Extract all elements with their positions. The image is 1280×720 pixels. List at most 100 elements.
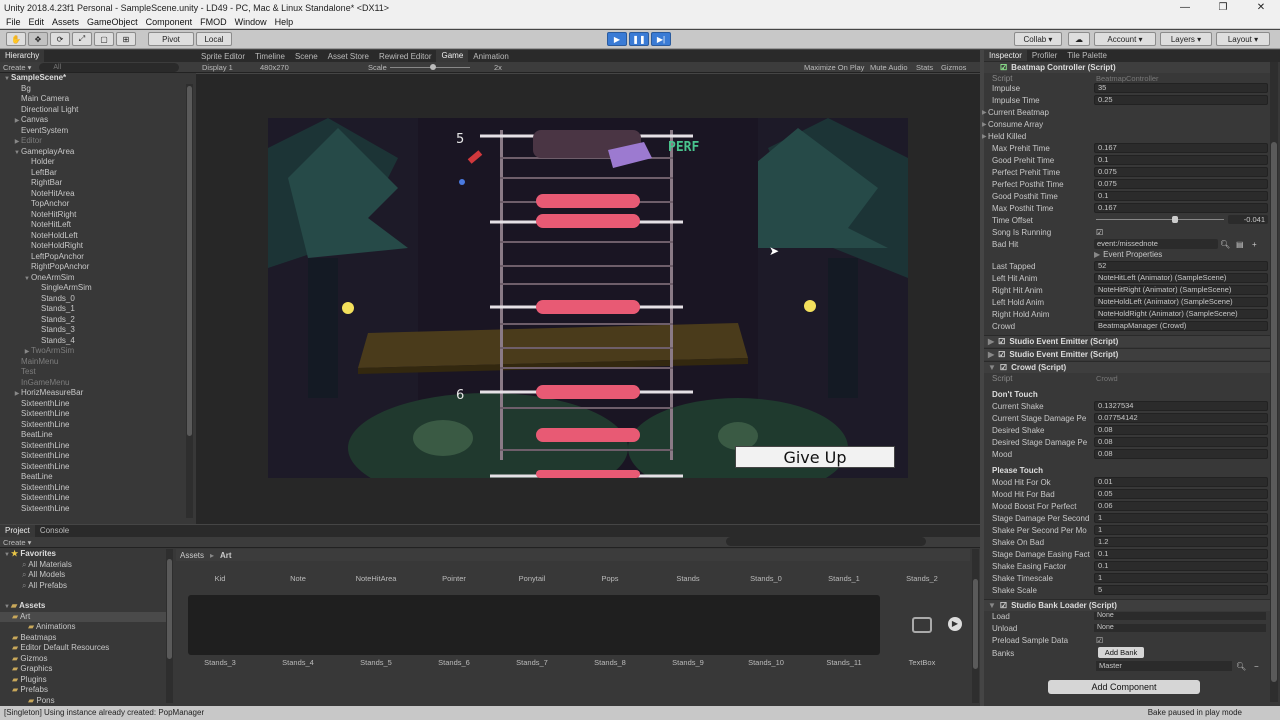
maximize-icon[interactable]: ❐	[1204, 0, 1242, 15]
asset-item[interactable]: Stands_2	[892, 574, 952, 583]
inspector-field-value[interactable]: NoteHitRight (Animator) (SampleScene)	[1094, 285, 1268, 295]
inspector-field-value[interactable]: 5	[1094, 585, 1268, 595]
menu-file[interactable]: File	[2, 17, 25, 27]
hierarchy-item[interactable]: NoteHitArea	[0, 189, 196, 200]
tab-scene[interactable]: Scene	[290, 52, 323, 61]
asset-folder[interactable]: ▰ Animations	[0, 622, 172, 633]
assets-folder[interactable]: ▼▰ Assets	[0, 601, 172, 612]
hierarchy-item[interactable]: BeatLine	[0, 472, 196, 483]
hierarchy-item[interactable]: LeftBar	[0, 168, 196, 179]
gizmos-dropdown[interactable]: Gizmos	[941, 63, 966, 72]
inspector-field-value[interactable]: 0.075	[1094, 179, 1268, 189]
inspector-field-value[interactable]: 0.05	[1094, 489, 1268, 499]
breadcrumb-assets[interactable]: Assets	[180, 551, 204, 560]
hierarchy-item[interactable]: MainMenu	[0, 357, 196, 368]
hierarchy-item[interactable]: ▶ TwoArmSim	[0, 346, 196, 357]
hierarchy-item[interactable]: NoteHoldLeft	[0, 231, 196, 242]
event-emitter-header-2[interactable]: ▶ ☑ Studio Event Emitter (Script)	[984, 348, 1270, 360]
asset-item[interactable]: Kid	[190, 574, 250, 583]
hierarchy-item[interactable]: SixteenthLine	[0, 462, 196, 473]
inspector-field-value[interactable]: 0.1327534	[1094, 401, 1268, 411]
fav-all-materials[interactable]: ⌕ All Materials	[0, 560, 172, 571]
favorites-folder[interactable]: ▼★ Favorites	[0, 549, 172, 560]
hierarchy-item[interactable]: SixteenthLine	[0, 504, 196, 515]
time-offset-slider[interactable]	[1096, 219, 1224, 220]
tab-sprite-editor[interactable]: Sprite Editor	[196, 52, 250, 61]
menu-assets[interactable]: Assets	[48, 17, 83, 27]
project-search-input[interactable]	[726, 537, 926, 546]
hierarchy-create-button[interactable]: Create ▾	[3, 63, 31, 72]
hand-tool-icon[interactable]: ✋	[6, 32, 26, 46]
hierarchy-item[interactable]: Stands_0	[0, 294, 196, 305]
project-scrollbar[interactable]	[972, 549, 979, 703]
menu-fmod[interactable]: FMOD	[196, 17, 231, 27]
search-icon[interactable]: 🔍︎	[1236, 662, 1246, 671]
collab-button[interactable]: Collab ▾	[1014, 32, 1062, 46]
chevron-right-icon[interactable]: ▶	[982, 109, 987, 116]
account-dropdown[interactable]: Account ▾	[1094, 32, 1156, 46]
mute-audio-toggle[interactable]: Mute Audio	[870, 63, 908, 72]
asset-item[interactable]: Stands_0	[736, 574, 796, 583]
hierarchy-scrollbar[interactable]	[186, 84, 193, 518]
hierarchy-item[interactable]: SixteenthLine	[0, 483, 196, 494]
inspector-scrollbar[interactable]	[1270, 62, 1278, 702]
hierarchy-item[interactable]: Stands_1	[0, 304, 196, 315]
fav-all-models[interactable]: ⌕ All Models	[0, 570, 172, 581]
chevron-right-icon[interactable]: ▶	[982, 121, 987, 128]
event-properties-foldout[interactable]: ▶ Event Properties	[1094, 248, 1162, 260]
play-icon[interactable]: ▶	[607, 32, 627, 46]
inspector-field-value[interactable]: 0.01	[1094, 477, 1268, 487]
scale-tool-icon[interactable]: ⤢	[72, 32, 92, 46]
load-dropdown[interactable]: None	[1094, 612, 1266, 620]
hierarchy-item[interactable]: SixteenthLine	[0, 399, 196, 410]
cloud-icon[interactable]: ☁	[1068, 32, 1090, 46]
hierarchy-item[interactable]: ▶ Canvas	[0, 115, 196, 126]
asset-folder[interactable]: ▰ Prefabs	[0, 685, 172, 696]
hierarchy-item[interactable]: ▶ Editor	[0, 136, 196, 147]
asset-item[interactable]: Stands_8	[580, 658, 640, 667]
display-dropdown[interactable]: Display 1	[202, 63, 233, 72]
inspector-field-value[interactable]: 0.08	[1094, 425, 1268, 435]
song-running-checkbox[interactable]: ☑	[1096, 228, 1103, 237]
add-bank-button[interactable]: Add Bank	[1098, 647, 1144, 658]
asset-item[interactable]: Stands_11	[814, 658, 874, 667]
pause-icon[interactable]: ❚❚	[629, 32, 649, 46]
breadcrumb-art[interactable]: Art	[220, 551, 232, 560]
hierarchy-item[interactable]: RightPopAnchor	[0, 262, 196, 273]
hierarchy-item[interactable]: SixteenthLine	[0, 493, 196, 504]
inspector-field-value[interactable]: BeatmapManager (Crowd)	[1094, 321, 1268, 331]
unload-dropdown[interactable]: None	[1094, 624, 1266, 632]
hierarchy-item[interactable]: Main Camera	[0, 94, 196, 105]
tab-asset-store[interactable]: Asset Store	[323, 52, 374, 61]
menu-help[interactable]: Help	[271, 17, 298, 27]
tab-hierarchy[interactable]: Hierarchy	[0, 50, 45, 62]
asset-item[interactable]: Stands_9	[658, 658, 718, 667]
hierarchy-item[interactable]: SixteenthLine	[0, 441, 196, 452]
hierarchy-item[interactable]: NoteHitLeft	[0, 220, 196, 231]
asset-item[interactable]: NoteHitArea	[346, 574, 406, 583]
hierarchy-item[interactable]: NoteHoldRight	[0, 241, 196, 252]
hierarchy-item[interactable]: BeatLine	[0, 430, 196, 441]
hierarchy-item[interactable]: ▼OneArmSim	[0, 273, 196, 284]
inspector-field-value[interactable]: 1.2	[1094, 537, 1268, 547]
fav-all-prefabs[interactable]: ⌕ All Prefabs	[0, 581, 172, 592]
folder-icon[interactable]: ▤	[1236, 240, 1244, 249]
hierarchy-item[interactable]: EventSystem	[0, 126, 196, 137]
add-component-button[interactable]: Add Component	[1048, 680, 1200, 694]
menu-component[interactable]: Component	[142, 17, 197, 27]
chevron-right-icon[interactable]: ▶	[982, 133, 987, 140]
layers-dropdown[interactable]: Layers ▾	[1160, 32, 1212, 46]
tab-timeline[interactable]: Timeline	[250, 52, 290, 61]
inspector-field-value[interactable]: 0.06	[1094, 501, 1268, 511]
local-toggle[interactable]: Local	[196, 32, 232, 46]
tab-game[interactable]: Game	[436, 50, 469, 62]
inspector-field-value[interactable]: 0.1	[1094, 561, 1268, 571]
transform-tool-icon[interactable]: ⊞	[116, 32, 136, 46]
inspector-field-value[interactable]: NoteHitLeft (Animator) (SampleScene)	[1094, 273, 1268, 283]
preload-checkbox[interactable]: ☑	[1096, 636, 1103, 645]
asset-folder[interactable]: ▰ Gizmos	[0, 654, 172, 665]
tab-project[interactable]: Project	[0, 525, 35, 537]
asset-item[interactable]: Stands_7	[502, 658, 562, 667]
tab-animation[interactable]: Animation	[468, 52, 514, 61]
inspector-field-value[interactable]: 0.1	[1094, 549, 1268, 559]
